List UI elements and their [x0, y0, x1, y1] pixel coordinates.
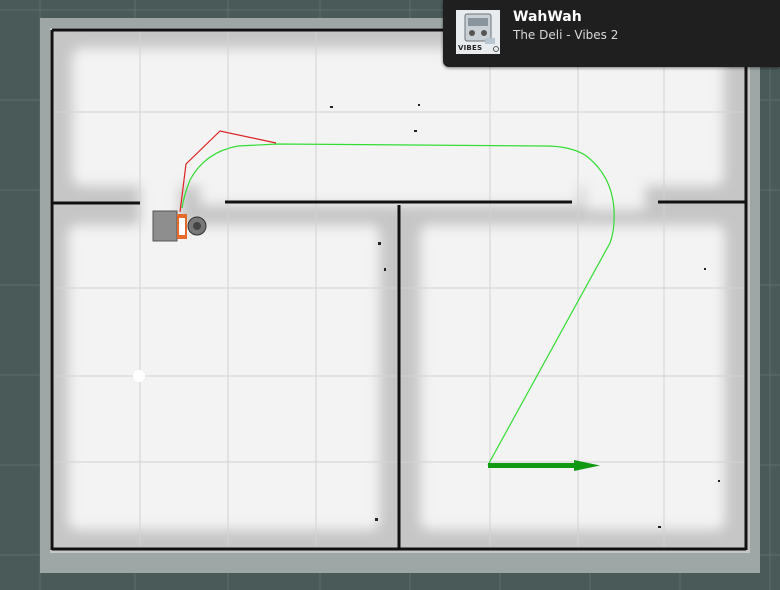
notification-title: WahWah	[513, 9, 582, 25]
radio-cassette-album-art-icon: VIBES	[456, 10, 500, 54]
occupancy-map	[40, 18, 760, 573]
album-art-label: VIBES	[458, 44, 483, 52]
media-notification[interactable]: VIBES WahWah The Deli - Vibes 2	[443, 0, 780, 67]
notification-subtitle: The Deli - Vibes 2	[513, 28, 619, 42]
map-viewport[interactable]	[0, 0, 780, 590]
